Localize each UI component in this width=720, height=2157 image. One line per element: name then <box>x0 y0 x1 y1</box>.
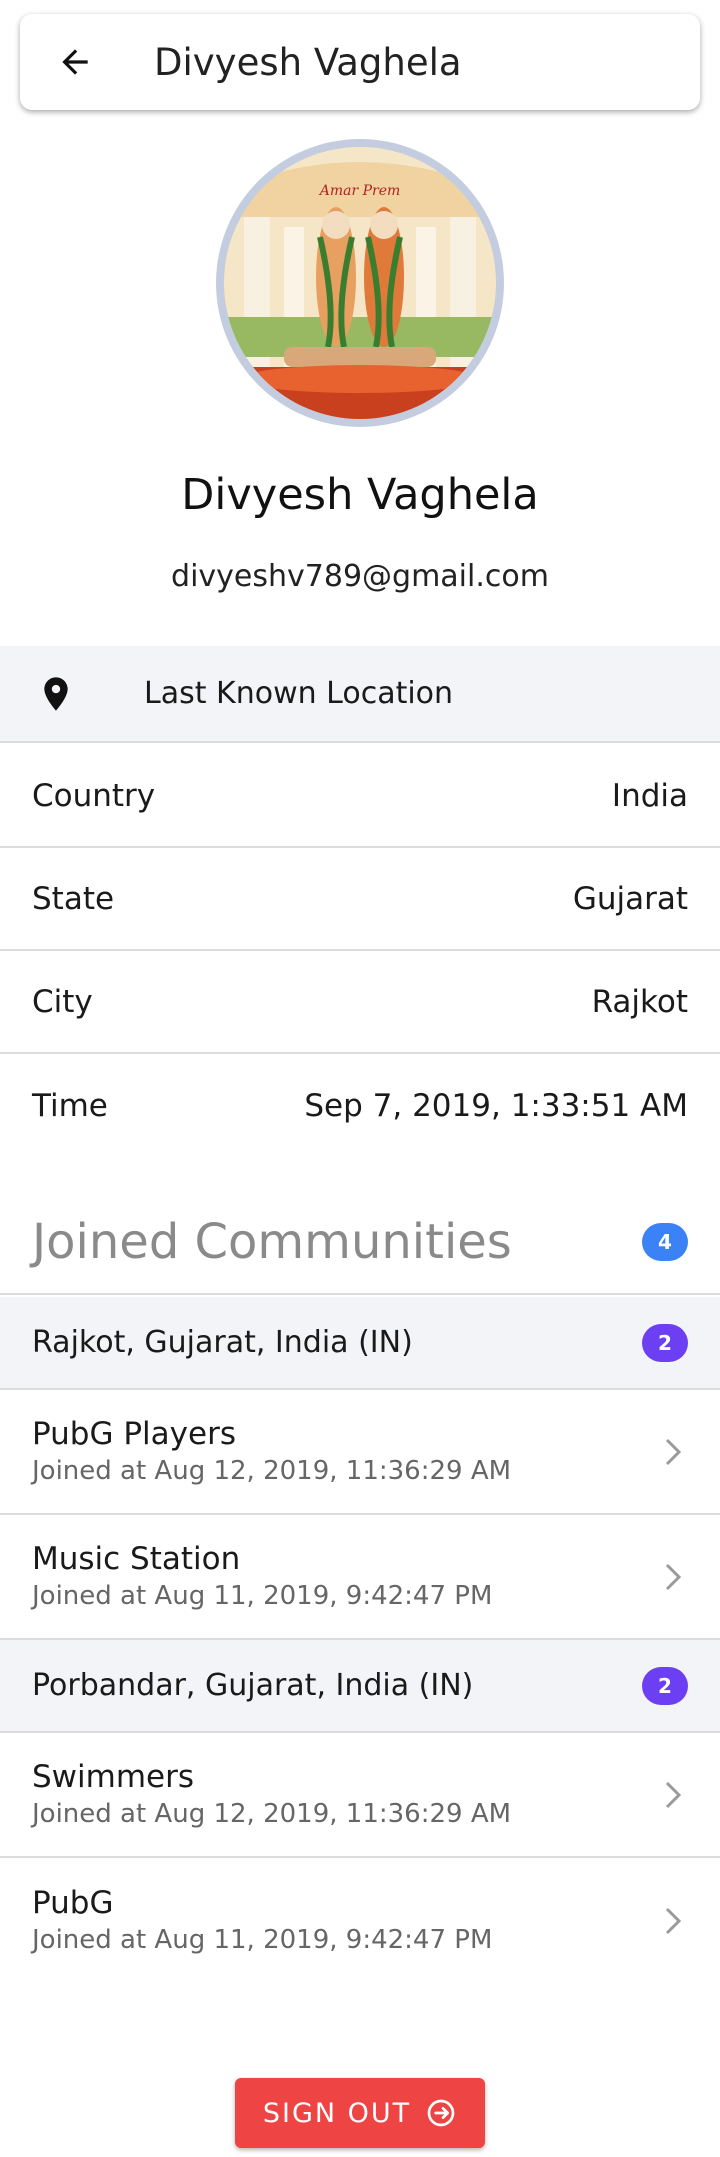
info-row-state: State Gujarat <box>0 848 720 951</box>
community-group-name: Porbandar, Gujarat, India (IN) <box>32 1668 474 1703</box>
sign-out-label: SIGN OUT <box>262 2097 412 2129</box>
community-item[interactable]: PubG Joined at Aug 11, 2019, 9:42:47 PM <box>0 1858 720 1983</box>
sign-out-button[interactable]: SIGN OUT <box>235 2078 485 2148</box>
chevron-right-icon <box>665 1438 682 1465</box>
info-row-time: Time Sep 7, 2019, 1:33:51 AM <box>0 1054 720 1157</box>
chevron-right-icon <box>665 1563 682 1590</box>
community-item[interactable]: Swimmers Joined at Aug 12, 2019, 11:36:2… <box>0 1733 720 1858</box>
community-group-count-badge: 2 <box>642 1666 688 1705</box>
profile-name: Divyesh Vaghela <box>181 470 539 520</box>
chevron-right-icon <box>665 1781 682 1808</box>
communities-count-badge: 4 <box>642 1222 688 1261</box>
info-value: Rajkot <box>591 983 688 1020</box>
community-group-name: Rajkot, Gujarat, India (IN) <box>32 1325 413 1360</box>
chevron-right-icon <box>665 1907 682 1934</box>
community-item[interactable]: PubG Players Joined at Aug 12, 2019, 11:… <box>0 1390 720 1515</box>
community-item[interactable]: Music Station Joined at Aug 11, 2019, 9:… <box>0 1515 720 1640</box>
profile-email: divyeshv789@gmail.com <box>171 559 549 594</box>
info-value: Gujarat <box>572 880 688 917</box>
avatar-caption: Amar Prem <box>318 183 401 199</box>
communities-title: Joined Communities <box>32 1213 512 1270</box>
community-name: Music Station <box>32 1540 241 1577</box>
community-name: Swimmers <box>32 1758 195 1795</box>
community-group-header: Porbandar, Gujarat, India (IN) 2 <box>0 1640 720 1733</box>
info-label: Country <box>32 777 156 814</box>
community-joined-date: Joined at Aug 12, 2019, 11:36:29 AM <box>32 1798 512 1829</box>
communities-section-header: Joined Communities 4 <box>0 1190 720 1295</box>
info-row-city: City Rajkot <box>0 951 720 1054</box>
location-section-header: Last Known Location <box>0 646 720 743</box>
app-bar: Divyesh Vaghela <box>20 14 700 110</box>
back-button[interactable] <box>20 14 130 110</box>
community-group-header: Rajkot, Gujarat, India (IN) 2 <box>0 1297 720 1390</box>
info-value: India <box>611 777 688 814</box>
community-joined-date: Joined at Aug 11, 2019, 9:42:47 PM <box>32 1924 493 1955</box>
info-label: State <box>32 880 115 917</box>
location-pin-icon <box>44 676 68 711</box>
info-value: Sep 7, 2019, 1:33:51 AM <box>304 1087 688 1124</box>
community-group-count-badge: 2 <box>642 1323 688 1362</box>
info-label: City <box>32 983 93 1020</box>
community-name: PubG Players <box>32 1415 236 1452</box>
community-joined-date: Joined at Aug 11, 2019, 9:42:47 PM <box>32 1580 493 1611</box>
info-row-country: Country India <box>0 745 720 848</box>
location-section-title: Last Known Location <box>144 676 454 711</box>
community-name: PubG <box>32 1884 114 1921</box>
avatar-image: Amar Prem <box>224 147 496 419</box>
avatar: Amar Prem <box>216 139 504 427</box>
info-label: Time <box>32 1087 108 1124</box>
community-joined-date: Joined at Aug 12, 2019, 11:36:29 AM <box>32 1455 512 1486</box>
page-title: Divyesh Vaghela <box>154 40 462 84</box>
avatar-picture: Amar Prem <box>224 147 496 419</box>
logout-icon <box>427 2099 455 2127</box>
arrow-left-icon <box>62 49 88 75</box>
